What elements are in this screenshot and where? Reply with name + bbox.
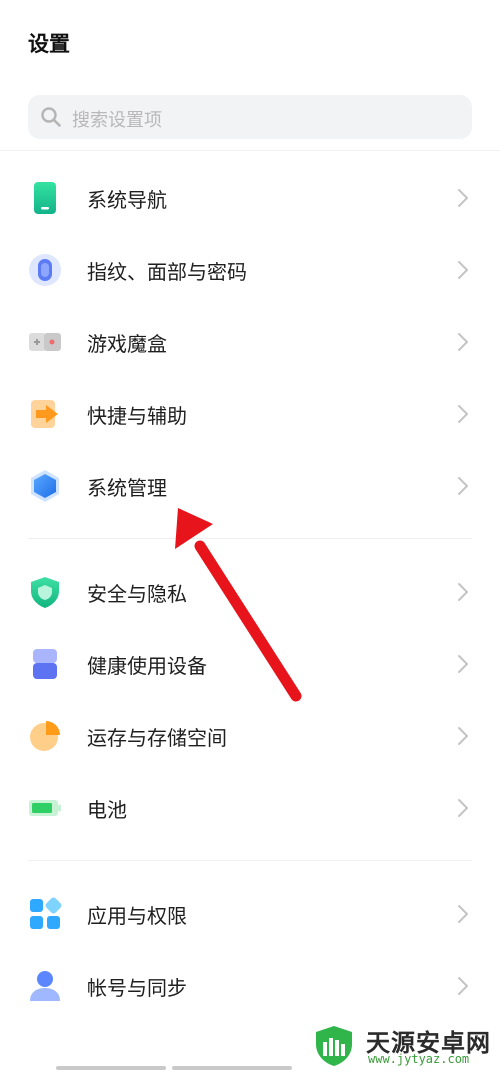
settings-item-label: 指纹、面部与密码: [87, 260, 247, 284]
settings-item-label: 系统管理: [87, 476, 167, 500]
chevron-right-icon: [458, 405, 468, 423]
chevron-right-icon: [458, 799, 468, 817]
chevron-right-icon: [458, 655, 468, 673]
settings-item-system-management[interactable]: 系统管理: [0, 450, 500, 522]
home-indicator: [56, 1066, 166, 1070]
chevron-right-icon: [458, 977, 468, 995]
storage-pie-icon: [30, 721, 60, 751]
settings-item-ram-storage[interactable]: 运存与存储空间: [0, 700, 500, 772]
settings-item-security-privacy[interactable]: 安全与隐私: [0, 556, 500, 628]
search-icon: [41, 107, 61, 127]
chevron-right-icon: [458, 727, 468, 745]
settings-item-label: 运存与存储空间: [87, 726, 227, 750]
search-placeholder: 搜索设置项: [72, 110, 162, 131]
settings-item-label: 健康使用设备: [87, 654, 207, 678]
settings-item-label: 应用与权限: [87, 904, 187, 928]
chevron-right-icon: [458, 477, 468, 495]
fingerprint-icon: [29, 254, 61, 286]
settings-item-label: 快捷与辅助: [87, 404, 187, 428]
settings-item-label: 系统导航: [87, 188, 167, 212]
home-indicator: [172, 1066, 292, 1070]
hexagon-system-icon: [31, 470, 59, 502]
battery-icon: [29, 800, 61, 816]
settings-item-battery[interactable]: 电池: [0, 772, 500, 844]
settings-item-apps-permissions[interactable]: 应用与权限: [0, 878, 500, 950]
settings-item-label: 安全与隐私: [87, 582, 187, 606]
watermark-url: www.jytyaz.com: [368, 1052, 470, 1066]
page-title: 设置: [28, 32, 70, 56]
chevron-right-icon: [458, 583, 468, 601]
settings-item-fingerprint-face-password[interactable]: 指纹、面部与密码: [0, 234, 500, 306]
settings-item-label: 电池: [87, 798, 127, 822]
settings-item-label: 游戏魔盒: [87, 332, 167, 356]
group-divider: [28, 860, 472, 861]
chevron-right-icon: [458, 261, 468, 279]
settings-item-healthy-device-use[interactable]: 健康使用设备: [0, 628, 500, 700]
watermark-shield-icon: [316, 1026, 352, 1066]
chevron-right-icon: [458, 333, 468, 351]
settings-item-game-box[interactable]: 游戏魔盒: [0, 306, 500, 378]
shield-icon: [31, 577, 59, 608]
shortcut-arrow-icon: [31, 400, 58, 428]
watermark-logo: 天源安卓网 www.jytyaz.com: [300, 1022, 500, 1070]
game-box-icon: [29, 333, 61, 351]
header-divider: [0, 150, 500, 151]
settings-item-shortcuts-accessibility[interactable]: 快捷与辅助: [0, 378, 500, 450]
apps-grid-icon: [30, 897, 62, 929]
chevron-right-icon: [458, 189, 468, 207]
settings-item-system-navigation[interactable]: 系统导航: [0, 162, 500, 234]
phone-navigation-icon: [34, 182, 56, 214]
settings-item-account-sync[interactable]: 帐号与同步: [0, 950, 500, 1022]
search-input[interactable]: 搜索设置项: [28, 95, 472, 139]
chevron-right-icon: [458, 905, 468, 923]
account-person-icon: [30, 971, 60, 1001]
hourglass-icon: [33, 649, 57, 679]
settings-item-label: 帐号与同步: [87, 976, 187, 1000]
group-divider: [28, 538, 472, 539]
